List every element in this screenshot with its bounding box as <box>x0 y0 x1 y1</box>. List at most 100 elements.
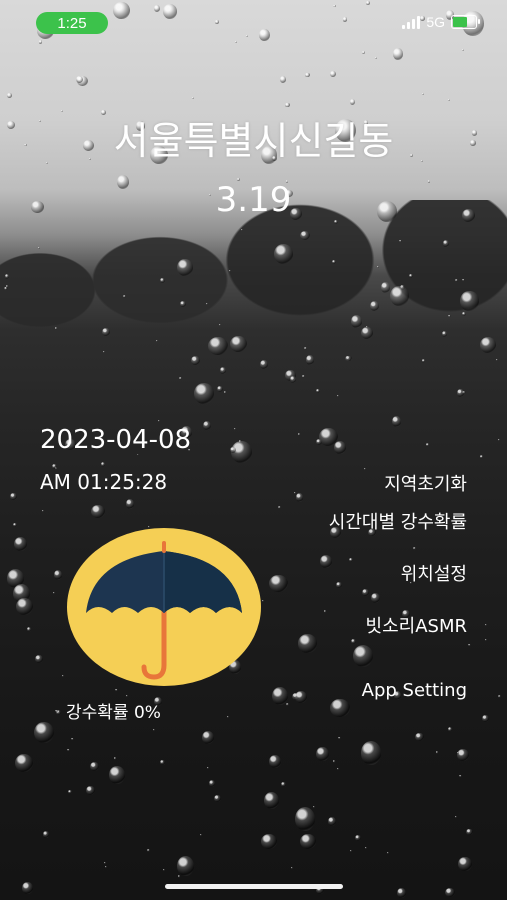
location-title: 서울특별시신길동 <box>113 119 394 163</box>
raindrop <box>468 643 471 647</box>
raindrop <box>152 728 155 732</box>
raindrop <box>297 433 300 436</box>
raindrop <box>380 282 390 293</box>
raindrop <box>351 315 363 328</box>
raindrop <box>223 391 226 394</box>
raindrop <box>376 265 379 268</box>
raindrop <box>363 467 367 471</box>
raindrop <box>177 259 194 277</box>
raindrop <box>462 48 465 52</box>
raindrop <box>274 244 294 265</box>
raindrop <box>304 347 308 350</box>
raindrop <box>442 330 448 337</box>
raindrop <box>219 324 222 327</box>
raindrop <box>409 274 414 279</box>
raindrop <box>241 228 244 231</box>
raindrop <box>305 72 310 78</box>
raindrop <box>350 638 356 644</box>
raindrop <box>51 463 57 470</box>
raindrop <box>336 394 339 397</box>
rain-asmr-button[interactable]: 빗소리ASMR <box>366 612 467 638</box>
raindrop <box>448 315 451 318</box>
raindrop <box>316 746 329 761</box>
status-time: 1:25 <box>36 12 108 34</box>
raindrop <box>360 327 373 340</box>
raindrop <box>458 857 472 872</box>
raindrop <box>332 759 335 763</box>
raindrop <box>104 865 107 868</box>
status-indicators: 5G <box>402 14 480 30</box>
raindrop <box>260 834 278 850</box>
raindrop <box>302 375 305 378</box>
raindrop <box>34 654 44 663</box>
umbrella-icon <box>66 527 262 687</box>
raindrop <box>160 760 165 765</box>
raindrop <box>67 789 73 794</box>
raindrop <box>12 522 17 528</box>
raindrop <box>297 634 318 653</box>
raindrop <box>38 247 41 250</box>
raindrop <box>53 570 63 581</box>
home-indicator[interactable] <box>165 884 343 889</box>
raindrop <box>4 274 10 280</box>
raindrop <box>269 574 288 592</box>
raindrop <box>456 748 469 762</box>
battery-icon <box>451 15 480 29</box>
raindrop <box>54 327 57 330</box>
raindrop <box>277 505 281 509</box>
raindrop <box>209 780 216 788</box>
raindrop <box>147 849 150 852</box>
raindrop <box>125 499 134 509</box>
raindrop <box>353 645 374 667</box>
raindrop <box>331 259 336 264</box>
raindrop <box>421 359 426 364</box>
raindrop <box>10 493 17 501</box>
raindrop <box>295 690 307 703</box>
raindrop <box>330 70 337 78</box>
raindrop <box>104 861 107 865</box>
raindrop <box>456 388 465 397</box>
raindrop <box>177 875 180 878</box>
raindrop <box>336 582 342 589</box>
raindrop <box>179 377 182 380</box>
raindrop <box>290 866 294 870</box>
raindrop <box>336 767 339 770</box>
raindrop <box>205 302 208 305</box>
raindrop <box>229 270 232 272</box>
raindrop <box>345 355 352 362</box>
raindrop <box>191 356 200 365</box>
raindrop <box>163 869 166 872</box>
raindrop <box>262 599 265 602</box>
raindrop <box>43 831 49 838</box>
raindrop <box>281 782 287 787</box>
raindrop <box>109 766 126 784</box>
raindrop <box>397 887 407 899</box>
raindrop <box>201 730 215 744</box>
raindrop <box>497 438 501 442</box>
raindrop <box>42 510 45 513</box>
raindrop <box>55 710 58 713</box>
raindrop <box>455 278 458 282</box>
reset-region-button[interactable]: 지역초기화 <box>384 470 467 496</box>
app-setting-button[interactable]: App Setting <box>362 680 467 701</box>
raindrop <box>194 383 215 404</box>
location-settings-button[interactable]: 위치설정 <box>401 560 467 586</box>
raindrop <box>306 355 314 365</box>
hourly-precipitation-button[interactable]: 시간대별 강수확률 <box>329 508 467 534</box>
raindrop <box>263 791 280 809</box>
raindrop <box>156 340 159 343</box>
raindrop <box>338 736 341 740</box>
raindrop <box>295 493 304 502</box>
raindrop <box>461 311 466 316</box>
raindrop <box>114 757 117 760</box>
raindrop <box>67 748 70 752</box>
raindrop <box>459 774 462 778</box>
raindrop <box>299 833 316 849</box>
raindrop <box>390 285 409 307</box>
raindrop <box>207 336 229 356</box>
raindrop <box>412 546 416 550</box>
raindrop <box>369 300 379 311</box>
raindrop <box>482 714 489 722</box>
raindrop <box>362 588 369 596</box>
raindrop <box>176 855 195 876</box>
